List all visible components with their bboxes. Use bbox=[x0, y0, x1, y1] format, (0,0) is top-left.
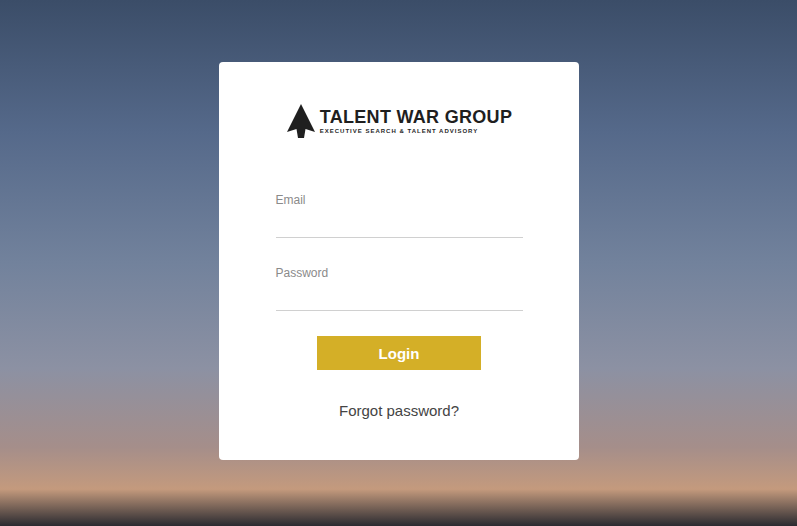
logo-tagline: EXECUTIVE SEARCH & TALENT ADVISORY bbox=[320, 127, 478, 135]
login-card: TALENT WAR GROUPEXECUTIVE SEARCH & TALEN… bbox=[219, 62, 579, 460]
login-button[interactable]: Login bbox=[317, 336, 481, 370]
forgot-password-link[interactable]: Forgot password? bbox=[339, 402, 459, 420]
text-input[interactable] bbox=[276, 207, 523, 238]
text-input[interactable] bbox=[276, 280, 523, 311]
form-field: Password bbox=[276, 266, 523, 311]
company-logo: TALENT WAR GROUPEXECUTIVE SEARCH & TALEN… bbox=[286, 103, 512, 139]
arrowhead-icon bbox=[286, 104, 316, 138]
form-field: Email bbox=[276, 193, 523, 238]
logo-name: TALENT WAR GROUP bbox=[320, 107, 512, 127]
login-page: TALENT WAR GROUPEXECUTIVE SEARCH & TALEN… bbox=[0, 0, 797, 526]
field-label: Email bbox=[276, 193, 523, 207]
field-label: Password bbox=[276, 266, 523, 280]
